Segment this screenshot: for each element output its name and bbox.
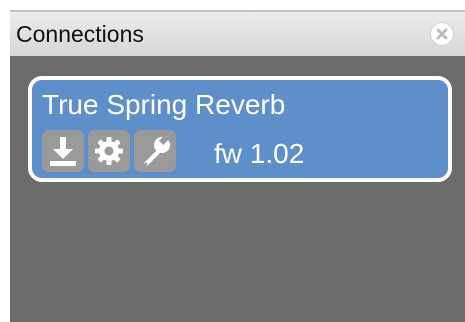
settings-button[interactable] bbox=[88, 130, 130, 172]
download-icon bbox=[50, 137, 76, 166]
connections-panel: Connections True Spring Reverb fw 1.02 bbox=[10, 10, 465, 322]
panel-title: Connections bbox=[16, 21, 144, 47]
close-button[interactable] bbox=[430, 22, 454, 46]
tools-button[interactable] bbox=[134, 130, 176, 172]
device-name: True Spring Reverb bbox=[42, 89, 286, 120]
download-button[interactable] bbox=[42, 130, 84, 172]
firmware-version: fw 1.02 bbox=[214, 138, 305, 169]
panel-header: Connections bbox=[10, 10, 465, 56]
wrench-icon bbox=[144, 135, 170, 166]
device-card[interactable]: True Spring Reverb fw 1.02 bbox=[28, 76, 452, 182]
gear-icon bbox=[95, 137, 123, 165]
close-icon bbox=[436, 28, 448, 40]
